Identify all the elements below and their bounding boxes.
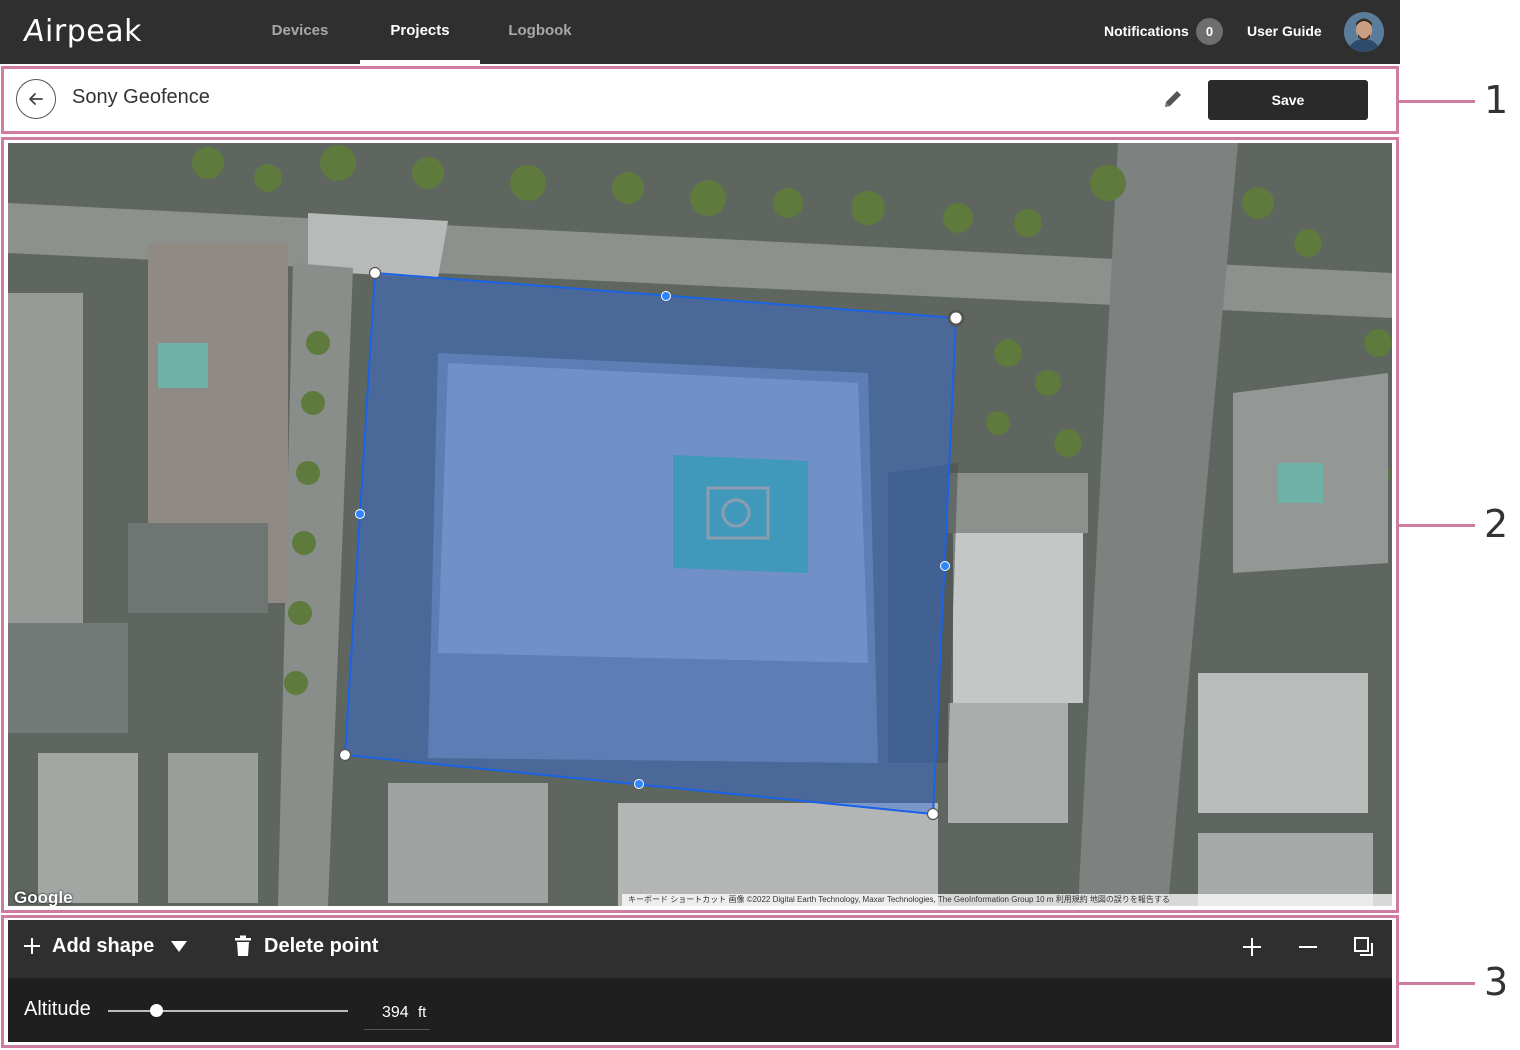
- user-avatar-icon: [1344, 12, 1384, 52]
- callout-line-2: [1399, 524, 1475, 527]
- callout-line-1: [1399, 100, 1475, 103]
- edit-title-button[interactable]: [1162, 88, 1184, 110]
- notifications-count-badge[interactable]: 0: [1196, 18, 1223, 45]
- satellite-map[interactable]: Google キーボード ショートカット 画像 ©2022 Digital Ea…: [8, 143, 1392, 906]
- zoom-out-icon: [1299, 946, 1317, 948]
- geofence-midpoint[interactable]: [634, 779, 644, 789]
- notifications-link[interactable]: Notifications: [1104, 0, 1189, 64]
- geofence-vertex[interactable]: [926, 807, 940, 821]
- top-navigation-bar: Airpeak Devices Projects Logbook Notific…: [0, 0, 1400, 64]
- geofence-vertex[interactable]: [338, 748, 352, 762]
- plus-icon: [24, 938, 40, 954]
- add-shape-button[interactable]: Add shape: [22, 932, 188, 960]
- geofence-midpoint[interactable]: [940, 561, 950, 571]
- map-attribution: キーボード ショートカット 画像 ©2022 Digital Earth Tec…: [622, 894, 1392, 906]
- geofence-vertex-selected[interactable]: [947, 309, 965, 327]
- altitude-unit: ft: [418, 1004, 427, 1021]
- user-guide-link[interactable]: User Guide: [1247, 0, 1322, 64]
- callout-number-3: 3: [1484, 960, 1509, 1004]
- tab-logbook[interactable]: Logbook: [480, 0, 600, 64]
- altitude-slider-track[interactable]: [108, 1010, 348, 1012]
- add-shape-label: Add shape: [52, 934, 155, 957]
- geofence-layer[interactable]: [8, 143, 1392, 906]
- pencil-icon: [1165, 91, 1181, 107]
- caret-down-icon[interactable]: [170, 939, 188, 953]
- airpeak-logo[interactable]: Airpeak: [22, 14, 142, 49]
- geofence-midpoint[interactable]: [661, 291, 671, 301]
- altitude-label: Altitude: [24, 998, 91, 1020]
- avatar[interactable]: [1344, 12, 1384, 52]
- altitude-row: Altitude 394 ft: [8, 978, 1392, 1042]
- tab-devices[interactable]: Devices: [240, 0, 360, 64]
- tab-projects[interactable]: Projects: [360, 0, 480, 64]
- altitude-slider-thumb[interactable]: [149, 1004, 163, 1017]
- save-button[interactable]: Save: [1208, 80, 1368, 120]
- fullscreen-button[interactable]: [1352, 935, 1376, 959]
- trash-icon: [235, 935, 251, 956]
- map-toolbar: Add shape Delete point Altitude 394 ft: [8, 920, 1392, 1042]
- delete-point-button[interactable]: Delete point: [234, 932, 378, 960]
- geofence-midpoint[interactable]: [355, 509, 365, 519]
- zoom-in-icon: [1243, 938, 1261, 956]
- google-logo: Google: [14, 888, 73, 906]
- back-button[interactable]: [16, 79, 56, 119]
- zoom-out-button[interactable]: [1296, 935, 1320, 959]
- callout-line-3: [1399, 982, 1475, 985]
- geofence-vertex[interactable]: [368, 266, 382, 280]
- fullscreen-icon: [1354, 937, 1373, 956]
- delete-point-label: Delete point: [264, 934, 379, 957]
- page-title: Sony Geofence: [72, 86, 210, 108]
- project-header: Sony Geofence Save: [6, 69, 1394, 129]
- arrow-left-icon: [29, 93, 43, 105]
- zoom-in-button[interactable]: [1240, 935, 1264, 959]
- geofence-polygon[interactable]: [343, 271, 958, 816]
- callout-number-1: 1: [1484, 78, 1509, 122]
- callout-number-2: 2: [1484, 502, 1509, 546]
